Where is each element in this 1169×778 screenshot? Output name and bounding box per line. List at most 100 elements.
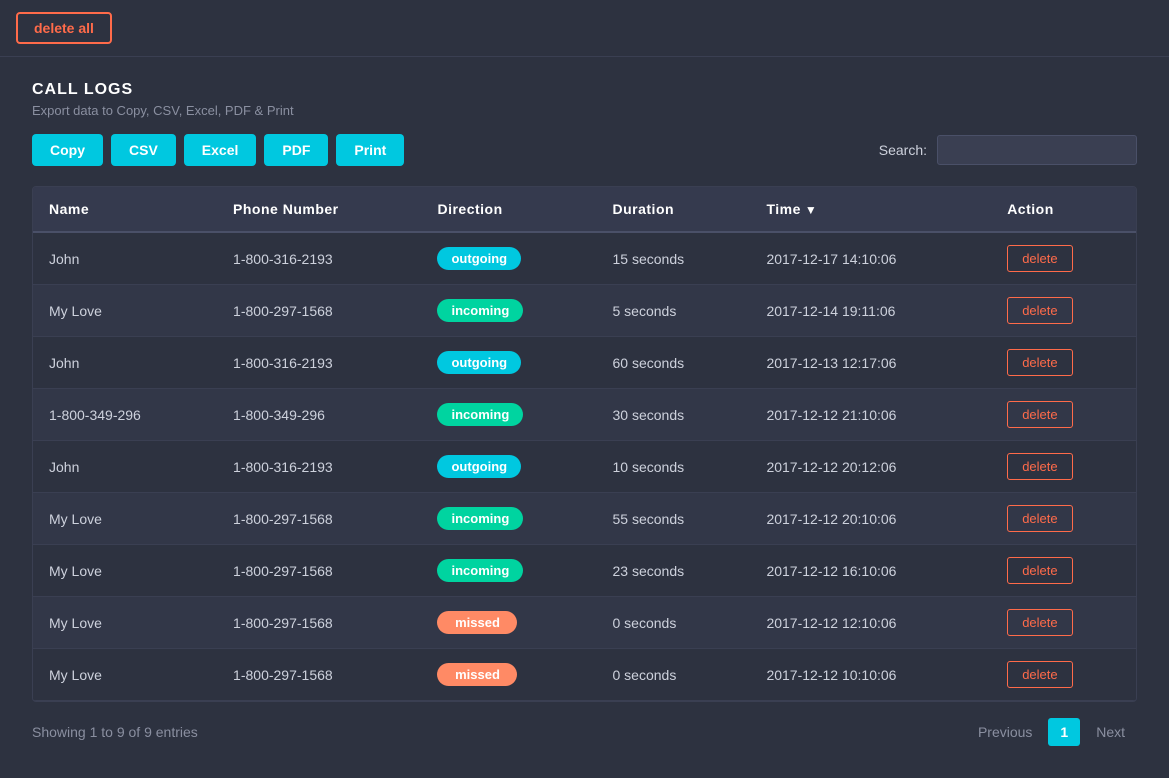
cell-direction: incoming	[421, 545, 596, 597]
cell-name: My Love	[33, 285, 217, 337]
cell-duration: 60 seconds	[597, 337, 751, 389]
cell-direction: outgoing	[421, 337, 596, 389]
delete-row-button[interactable]: delete	[1007, 609, 1072, 636]
cell-action: delete	[991, 232, 1136, 285]
cell-action: delete	[991, 545, 1136, 597]
search-area: Search:	[879, 135, 1137, 165]
table-row: John1-800-316-2193 outgoing 15 seconds2017…	[33, 232, 1136, 285]
previous-page-button[interactable]: Previous	[966, 718, 1044, 746]
delete-row-button[interactable]: delete	[1007, 297, 1072, 324]
call-logs-table-wrapper: NamePhone NumberDirectionDurationTime▼Ac…	[32, 186, 1137, 702]
col-header-time[interactable]: Time▼	[750, 187, 991, 232]
delete-row-button[interactable]: delete	[1007, 661, 1072, 688]
cell-direction: incoming	[421, 493, 596, 545]
cell-action: delete	[991, 285, 1136, 337]
cell-direction: missed	[421, 597, 596, 649]
table-row: My Love1-800-297-1568 incoming 23 seconds2…	[33, 545, 1136, 597]
table-row: John1-800-316-2193outgoing10 seconds2017…	[33, 441, 1136, 493]
sort-arrow-icon: ▼	[805, 203, 817, 217]
cell-direction: missed	[421, 649, 596, 701]
cell-name: John	[33, 441, 217, 493]
cell-time: 2017-12-12 21:10:06	[750, 389, 991, 441]
cell-time: 2017-12-12 16:10:06	[750, 545, 991, 597]
direction-badge-outgoing: outgoing	[437, 247, 521, 270]
col-header-name: Name	[33, 187, 217, 232]
cell-time: 2017-12-17 14:10:06	[750, 232, 991, 285]
export-pdf-button[interactable]: PDF	[264, 134, 328, 166]
delete-row-button[interactable]: delete	[1007, 505, 1072, 532]
direction-badge-incoming: incoming	[437, 403, 523, 426]
cell-time: 2017-12-13 12:17:06	[750, 337, 991, 389]
cell-direction: outgoing	[421, 232, 596, 285]
main-content: CALL LOGS Export data to Copy, CSV, Exce…	[0, 57, 1169, 778]
delete-all-button[interactable]: delete all	[16, 12, 112, 44]
col-header-phone: Phone Number	[217, 187, 421, 232]
table-row: My Love1-800-297-1568incoming55 seconds2…	[33, 493, 1136, 545]
cell-phone: 1-800-316-2193	[217, 441, 421, 493]
search-input[interactable]	[937, 135, 1137, 165]
cell-phone: 1-800-297-1568	[217, 493, 421, 545]
pagination-bar: Showing 1 to 9 of 9 entries Previous 1 N…	[32, 702, 1137, 754]
cell-phone: 1-800-297-1568	[217, 597, 421, 649]
table-row: John1-800-316-2193 outgoing 60 seconds2017…	[33, 337, 1136, 389]
cell-phone: 1-800-316-2193	[217, 337, 421, 389]
cell-action: delete	[991, 597, 1136, 649]
cell-phone: 1-800-349-296	[217, 389, 421, 441]
table-row: My Love1-800-297-1568missed0 seconds2017…	[33, 597, 1136, 649]
cell-phone: 1-800-297-1568	[217, 545, 421, 597]
call-logs-table: NamePhone NumberDirectionDurationTime▼Ac…	[33, 187, 1136, 701]
direction-badge-incoming: incoming	[437, 299, 523, 322]
cell-name: John	[33, 337, 217, 389]
cell-duration: 15 seconds	[597, 232, 751, 285]
cell-duration: 0 seconds	[597, 649, 751, 701]
cell-duration: 23 seconds	[597, 545, 751, 597]
next-page-button[interactable]: Next	[1084, 718, 1137, 746]
export-copy-button[interactable]: Copy	[32, 134, 103, 166]
delete-row-button[interactable]: delete	[1007, 349, 1072, 376]
cell-action: delete	[991, 649, 1136, 701]
col-header-action: Action	[991, 187, 1136, 232]
delete-row-button[interactable]: delete	[1007, 245, 1072, 272]
showing-text: Showing 1 to 9 of 9 entries	[32, 724, 198, 740]
direction-badge-incoming: incoming	[437, 507, 523, 530]
current-page-button[interactable]: 1	[1048, 718, 1080, 746]
cell-phone: 1-800-297-1568	[217, 649, 421, 701]
cell-name: John	[33, 232, 217, 285]
delete-row-button[interactable]: delete	[1007, 557, 1072, 584]
cell-name: My Love	[33, 493, 217, 545]
export-description: Export data to Copy, CSV, Excel, PDF & P…	[32, 103, 1137, 118]
table-row: My Love1-800-297-1568missed0 seconds2017…	[33, 649, 1136, 701]
direction-badge-incoming: incoming	[437, 559, 523, 582]
cell-name: My Love	[33, 649, 217, 701]
search-label: Search:	[879, 142, 927, 158]
table-row: 1-800-349-2961-800-349-296 incoming 30 sec…	[33, 389, 1136, 441]
cell-time: 2017-12-14 19:11:06	[750, 285, 991, 337]
cell-duration: 10 seconds	[597, 441, 751, 493]
cell-phone: 1-800-297-1568	[217, 285, 421, 337]
cell-name: My Love	[33, 597, 217, 649]
direction-badge-missed: missed	[437, 611, 517, 634]
direction-badge-missed: missed	[437, 663, 517, 686]
toolbar: CopyCSVExcelPDFPrint Search:	[32, 134, 1137, 166]
export-print-button[interactable]: Print	[336, 134, 404, 166]
delete-row-button[interactable]: delete	[1007, 453, 1072, 480]
cell-phone: 1-800-316-2193	[217, 232, 421, 285]
table-header: NamePhone NumberDirectionDurationTime▼Ac…	[33, 187, 1136, 232]
cell-direction: incoming	[421, 389, 596, 441]
export-csv-button[interactable]: CSV	[111, 134, 176, 166]
col-header-direction: Direction	[421, 187, 596, 232]
delete-row-button[interactable]: delete	[1007, 401, 1072, 428]
direction-badge-outgoing: outgoing	[437, 455, 521, 478]
cell-name: 1-800-349-296	[33, 389, 217, 441]
col-header-duration: Duration	[597, 187, 751, 232]
export-excel-button[interactable]: Excel	[184, 134, 257, 166]
cell-action: delete	[991, 337, 1136, 389]
cell-duration: 30 seconds	[597, 389, 751, 441]
export-buttons-group: CopyCSVExcelPDFPrint	[32, 134, 404, 166]
cell-name: My Love	[33, 545, 217, 597]
cell-action: delete	[991, 441, 1136, 493]
top-bar: delete all	[0, 0, 1169, 57]
direction-badge-outgoing: outgoing	[437, 351, 521, 374]
pagination-controls: Previous 1 Next	[966, 718, 1137, 746]
table-body: John1-800-316-2193outgoing15 seconds2017…	[33, 232, 1136, 701]
